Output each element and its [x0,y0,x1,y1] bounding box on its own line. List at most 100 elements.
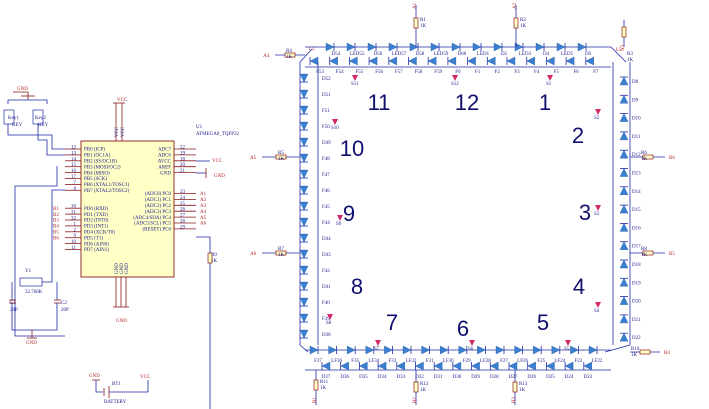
led-top-inner[interactable] [526,56,535,66]
led-right[interactable] [619,296,629,305]
led-left[interactable] [299,137,309,147]
ring-resistor-body[interactable] [621,26,627,38]
led-right[interactable] [619,277,629,287]
led-bottom-outer[interactable] [570,345,579,355]
second-marker-led[interactable] [565,340,571,346]
led-bottom-inner[interactable] [583,361,592,371]
led-top-inner[interactable] [506,56,516,66]
led-bottom-inner[interactable] [377,361,387,371]
led-top-inner[interactable] [585,56,594,66]
led-bottom-outer[interactable] [384,345,393,355]
led-top-outer[interactable] [430,42,440,52]
led-left[interactable] [299,105,309,115]
led-top-outer[interactable] [409,42,419,52]
ring-resistor-body[interactable] [413,381,419,393]
led-right[interactable] [619,314,629,324]
led-bottom-inner[interactable] [396,361,405,371]
led-bottom-outer[interactable] [477,345,486,355]
led-bottom-outer[interactable] [533,345,542,355]
led-bottom-outer[interactable] [458,345,468,355]
led-top-inner[interactable] [467,56,476,66]
led-bottom-outer[interactable] [588,345,598,355]
led-bottom-inner[interactable] [489,361,499,371]
second-marker-led[interactable] [469,340,475,346]
led-bottom-inner[interactable] [508,361,518,371]
led-top-inner[interactable] [447,56,457,66]
led-left[interactable] [299,281,309,291]
led-top-outer[interactable] [556,42,566,52]
led-top-inner[interactable] [368,56,378,66]
second-marker-led[interactable] [547,75,553,81]
crystal-body[interactable] [19,277,43,287]
led-right[interactable] [619,131,629,141]
led-bottom-outer[interactable] [551,345,561,355]
led-top-outer[interactable] [346,42,356,52]
second-marker-led[interactable] [595,205,601,211]
led-bottom-outer[interactable] [347,345,356,355]
led-bottom-outer[interactable] [402,345,412,355]
led-left[interactable] [299,233,309,243]
led-bottom-outer[interactable] [440,345,449,355]
led-top-outer[interactable] [577,42,587,52]
led-left[interactable] [299,169,309,179]
led-right[interactable] [619,241,629,250]
led-right[interactable] [619,168,629,177]
ring-resistor-body[interactable] [313,379,319,391]
led-left[interactable] [299,217,309,227]
led-left[interactable] [299,297,309,307]
led-bottom-inner[interactable] [415,361,424,371]
led-bottom-inner[interactable] [471,361,480,371]
led-left[interactable] [299,185,309,195]
led-top-outer[interactable] [472,42,482,52]
led-top-outer[interactable] [388,42,398,52]
led-top-inner[interactable] [408,56,417,66]
led-bottom-outer[interactable] [514,345,524,355]
second-marker-led[interactable] [452,75,458,81]
led-top-outer[interactable] [325,42,335,52]
ring-resistor-body[interactable] [413,17,419,29]
led-bottom-inner[interactable] [527,361,536,371]
led-left[interactable] [299,89,309,99]
led-bottom-outer[interactable] [421,345,431,355]
led-right[interactable] [619,94,629,104]
led-top-inner[interactable] [348,56,358,66]
led-left[interactable] [299,201,309,211]
led-bottom-inner[interactable] [358,361,368,371]
led-right[interactable] [619,332,629,342]
led-right[interactable] [619,113,629,122]
led-left[interactable] [299,153,309,163]
led-bottom-outer[interactable] [365,345,375,355]
led-left[interactable] [299,73,309,83]
led-bottom-outer[interactable] [328,345,338,355]
led-top-inner[interactable] [565,56,575,66]
led-bottom-inner[interactable] [564,361,574,371]
led-right[interactable] [619,149,629,159]
led-right[interactable] [619,222,629,232]
led-top-outer[interactable] [493,42,503,52]
led-top-inner[interactable] [427,56,437,66]
led-left[interactable] [299,329,309,339]
led-top-outer[interactable] [367,42,377,52]
ring-resistor-body[interactable] [512,381,518,393]
led-top-inner[interactable] [486,56,496,66]
reset-resistor-body[interactable] [207,252,213,264]
led-bottom-inner[interactable] [321,361,331,371]
led-left[interactable] [299,313,309,323]
second-marker-led[interactable] [595,109,601,115]
second-marker-led[interactable] [595,302,601,308]
led-right[interactable] [619,204,629,214]
led-right[interactable] [619,76,629,86]
led-bottom-inner[interactable] [545,361,555,371]
ring-resistor-body[interactable] [513,17,519,29]
led-bottom-inner[interactable] [452,361,462,371]
led-top-inner[interactable] [329,56,338,66]
led-bottom-inner[interactable] [433,361,443,371]
led-bottom-outer[interactable] [309,345,319,355]
led-top-inner[interactable] [388,56,397,66]
led-top-outer[interactable] [535,42,545,52]
led-left[interactable] [299,249,309,259]
second-marker-led[interactable] [332,119,338,125]
led-bottom-outer[interactable] [495,345,505,355]
led-top-inner[interactable] [309,56,319,66]
led-left[interactable] [299,121,309,131]
